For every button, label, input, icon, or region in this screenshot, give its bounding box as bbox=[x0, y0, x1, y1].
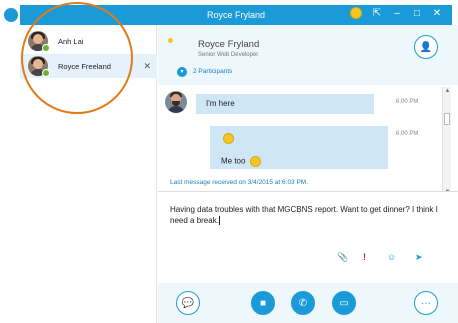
close-conversation-icon[interactable]: ✕ bbox=[143, 61, 151, 72]
pin-icon[interactable]: ⇱ bbox=[372, 8, 382, 19]
scroll-up-icon[interactable]: ▲ bbox=[443, 87, 452, 96]
smiley-icon bbox=[223, 133, 234, 144]
sad-face-icon bbox=[249, 156, 261, 167]
minimize-icon[interactable]: – bbox=[392, 8, 402, 19]
conversation-list: Anh Lai Royce Freeland ✕ bbox=[20, 25, 157, 323]
monitor-icon: ▭ bbox=[339, 297, 349, 309]
more-options-button[interactable]: ··· bbox=[414, 291, 438, 315]
add-person-button[interactable]: 👤 bbox=[414, 35, 438, 59]
ellipsis-icon: ··· bbox=[421, 297, 431, 309]
message-time: 6:00 PM bbox=[396, 131, 419, 137]
conversation-controls: 💬 ■ ✆ ▭ ··· bbox=[158, 283, 458, 323]
video-button[interactable]: ■ bbox=[251, 291, 275, 315]
message-bubble: Me too bbox=[210, 126, 388, 169]
message-text: Me too bbox=[221, 156, 261, 167]
message-input-text: Having data troubles with that MGCBNS re… bbox=[170, 205, 438, 225]
attachment-icon[interactable]: 📎 bbox=[337, 252, 348, 263]
message-bubble: I'm here bbox=[196, 94, 374, 114]
maximize-icon[interactable]: □ bbox=[412, 8, 422, 19]
chat-bubble-icon: 💬 bbox=[181, 297, 195, 309]
message-time: 6:00 PM bbox=[396, 99, 419, 105]
presence-available-icon bbox=[42, 69, 50, 77]
scroll-thumb[interactable] bbox=[444, 113, 450, 125]
title-bar: Royce Fryland ⇱ – □ ✕ bbox=[4, 5, 452, 25]
presence-available-icon bbox=[42, 44, 50, 52]
conversation-item-selected[interactable]: Royce Freeland ✕ bbox=[20, 54, 157, 78]
compose-area[interactable]: Having data troubles with that MGCBNS re… bbox=[158, 191, 458, 281]
im-button[interactable]: 💬 bbox=[176, 291, 200, 315]
participants-link[interactable]: 2 Participants bbox=[193, 68, 232, 75]
message-input[interactable]: Having data troubles with that MGCBNS re… bbox=[170, 204, 440, 226]
message-text-content: Me too bbox=[221, 156, 246, 166]
last-received-status: Last message received on 3/4/2015 at 6:0… bbox=[170, 179, 309, 186]
add-person-icon: 👤 bbox=[419, 41, 433, 53]
status-icon bbox=[168, 38, 173, 43]
compose-toolbar: 📎 ! ☺ ➤ bbox=[333, 252, 443, 266]
conversation-name: Royce Freeland bbox=[58, 61, 111, 71]
conversation-pane: Royce Fryland Senior Web Developer ▾ 2 P… bbox=[158, 25, 458, 323]
send-icon[interactable]: ➤ bbox=[415, 252, 423, 263]
high-importance-icon[interactable]: ! bbox=[363, 252, 366, 262]
contact-title: Senior Web Developer bbox=[198, 52, 259, 58]
title-bar-controls: ⇱ – □ ✕ bbox=[350, 7, 442, 19]
contact-name: Royce Fryland bbox=[198, 39, 260, 50]
call-button[interactable]: ✆ bbox=[291, 291, 315, 315]
present-button[interactable]: ▭ bbox=[332, 291, 356, 315]
skype-icon bbox=[4, 8, 18, 22]
message-text: I'm here bbox=[206, 99, 235, 108]
smiley-icon[interactable] bbox=[350, 7, 362, 19]
conversation-name: Anh Lai bbox=[58, 36, 84, 46]
conversation-header: Royce Fryland Senior Web Developer ▾ 2 P… bbox=[158, 25, 458, 85]
avatar bbox=[165, 91, 187, 113]
phone-icon: ✆ bbox=[298, 297, 308, 309]
emoticon-icon[interactable]: ☺ bbox=[387, 252, 396, 262]
participants-icon[interactable]: ▾ bbox=[177, 67, 187, 77]
close-icon[interactable]: ✕ bbox=[432, 8, 442, 19]
message-scrollbar[interactable]: ▲ ▼ bbox=[442, 87, 451, 197]
video-camera-icon: ■ bbox=[259, 297, 267, 309]
conversation-item[interactable]: Anh Lai bbox=[20, 29, 157, 53]
text-caret bbox=[218, 216, 220, 226]
